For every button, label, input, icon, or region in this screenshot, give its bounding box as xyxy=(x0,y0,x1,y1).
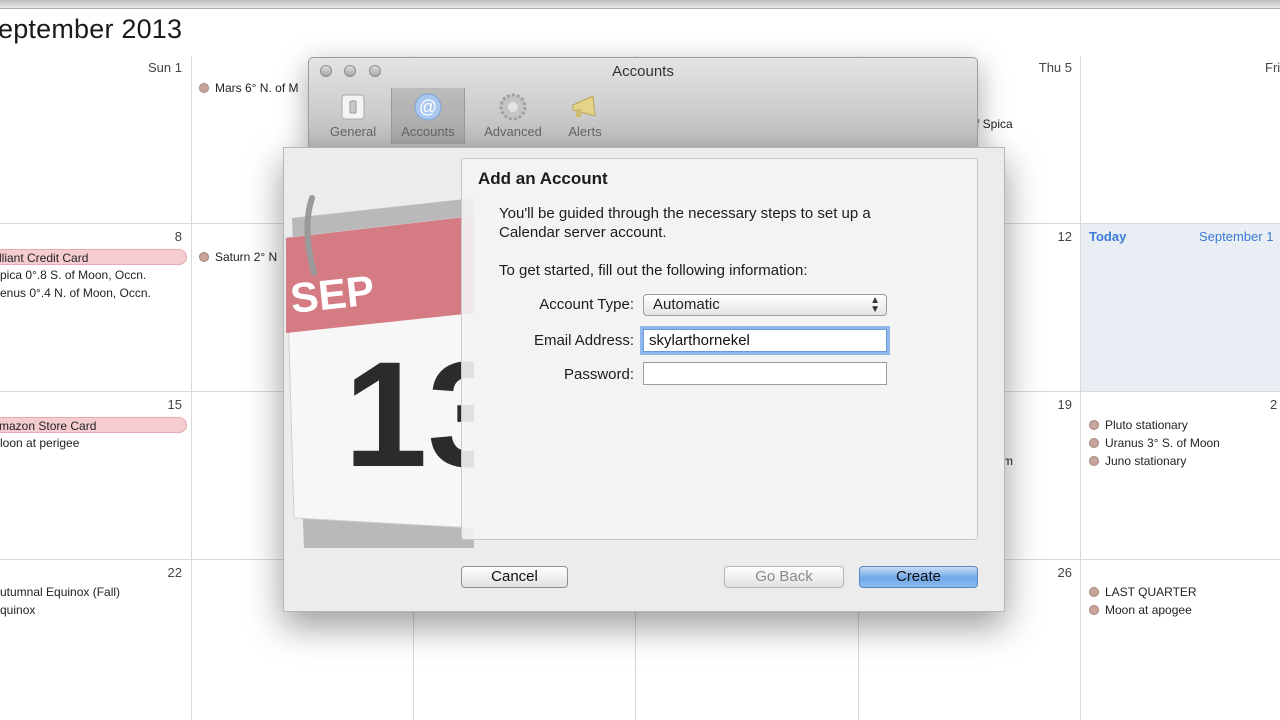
go-back-button[interactable]: Go Back xyxy=(724,566,844,588)
calendar-app-icon: SEP 13 xyxy=(284,188,474,568)
toolbar-alerts[interactable]: Alerts xyxy=(549,88,621,144)
window-title: Accounts xyxy=(612,63,674,80)
email-label: Email Address: xyxy=(533,332,634,349)
day-number: 22 xyxy=(167,565,182,580)
sheet-heading: Add an Account xyxy=(478,169,608,188)
intro-text-line-1: You'll be guided through the necessary s… xyxy=(499,205,871,222)
toolbar-accounts[interactable]: @ Accounts xyxy=(391,88,465,144)
event-item[interactable]: Mars 6° N. of M xyxy=(199,80,298,96)
toolbar-label: General xyxy=(329,124,377,139)
event-dot-icon xyxy=(1089,438,1099,448)
day-number: Sun 1 xyxy=(148,60,182,75)
event-dot-icon xyxy=(1089,587,1099,597)
account-type-label: Account Type: xyxy=(539,296,634,313)
event-item[interactable]: pica 0°.8 S. of Moon, Occn. xyxy=(0,267,146,283)
toolbar-label: Accounts xyxy=(401,124,455,139)
event-dot-icon xyxy=(199,83,209,93)
grid-divider xyxy=(1080,56,1081,720)
intro-text-line-2: Calendar server account. xyxy=(499,224,667,241)
today-cell[interactable] xyxy=(1081,224,1280,391)
icon-day-text: 13 xyxy=(344,330,474,498)
day-number: 19 xyxy=(1057,397,1072,412)
event-item[interactable]: Saturn 2° N xyxy=(199,249,277,265)
event-item[interactable]: enus 0°.4 N. of Moon, Occn. xyxy=(0,285,151,301)
email-field[interactable] xyxy=(643,329,887,352)
event-item[interactable]: quinox xyxy=(0,602,35,618)
event-pill[interactable]: lliant Credit Card xyxy=(0,249,187,265)
day-number: 26 xyxy=(1057,565,1072,580)
toolbar-label: Alerts xyxy=(568,124,602,139)
toolbar-label: Advanced xyxy=(484,124,542,139)
event-dot-icon xyxy=(199,252,209,262)
day-number: 12 xyxy=(1057,229,1072,244)
event-item[interactable]: LAST QUARTER xyxy=(1089,584,1197,600)
account-type-value: Automatic xyxy=(653,296,720,313)
create-button[interactable]: Create xyxy=(859,566,978,588)
event-item[interactable]: Pluto stationary xyxy=(1089,417,1188,433)
grid-divider xyxy=(191,56,192,720)
account-type-select[interactable]: Automatic ▲ ▼ xyxy=(643,294,887,316)
switch-icon xyxy=(335,92,371,122)
today-month: September 1 xyxy=(1199,229,1274,244)
accounts-preferences-window: Accounts General @ Accounts Advanced Ale… xyxy=(308,57,978,149)
day-number: 8 xyxy=(174,229,182,244)
event-item[interactable]: Juno stationary xyxy=(1089,453,1186,469)
event-dot-icon xyxy=(1089,456,1099,466)
event-item[interactable]: loon at perigee xyxy=(0,435,79,451)
event-dot-icon xyxy=(1089,605,1099,615)
account-form-panel: Add an Account You'll be guided through … xyxy=(461,158,978,540)
password-field[interactable] xyxy=(643,362,887,385)
gear-icon xyxy=(495,92,531,122)
event-pill[interactable]: mazon Store Card xyxy=(0,417,187,433)
month-title: eptember 2013 xyxy=(0,14,183,44)
window-top-edge xyxy=(0,0,1280,9)
toolbar-advanced[interactable]: Advanced xyxy=(477,88,549,144)
event-item[interactable]: f Spica xyxy=(976,116,1013,132)
svg-text:@: @ xyxy=(419,97,437,117)
instruction-text: To get started, fill out the following i… xyxy=(499,262,808,279)
day-number: Fri xyxy=(1265,60,1280,75)
event-item[interactable]: Moon at apogee xyxy=(1089,602,1192,618)
day-number: Thu 5 xyxy=(1038,60,1072,75)
event-item[interactable]: Uranus 3° S. of Moon xyxy=(1089,435,1220,451)
toolbar-general[interactable]: General xyxy=(317,88,389,144)
password-label: Password: xyxy=(563,366,634,383)
at-sign-icon: @ xyxy=(410,92,446,122)
up-down-arrows-icon: ▲ ▼ xyxy=(870,295,880,315)
add-account-sheet: SEP 13 Add an Account You'll be guided t… xyxy=(283,147,1005,612)
event-dot-icon xyxy=(1089,420,1099,430)
today-label: Today xyxy=(1089,229,1127,244)
megaphone-icon xyxy=(567,92,603,122)
icon-month-text: SEP xyxy=(288,266,376,322)
cancel-button[interactable]: Cancel xyxy=(461,566,568,588)
day-number: 15 xyxy=(167,397,182,412)
event-item[interactable]: utumnal Equinox (Fall) xyxy=(0,584,120,600)
day-number: 2 xyxy=(1270,397,1278,412)
